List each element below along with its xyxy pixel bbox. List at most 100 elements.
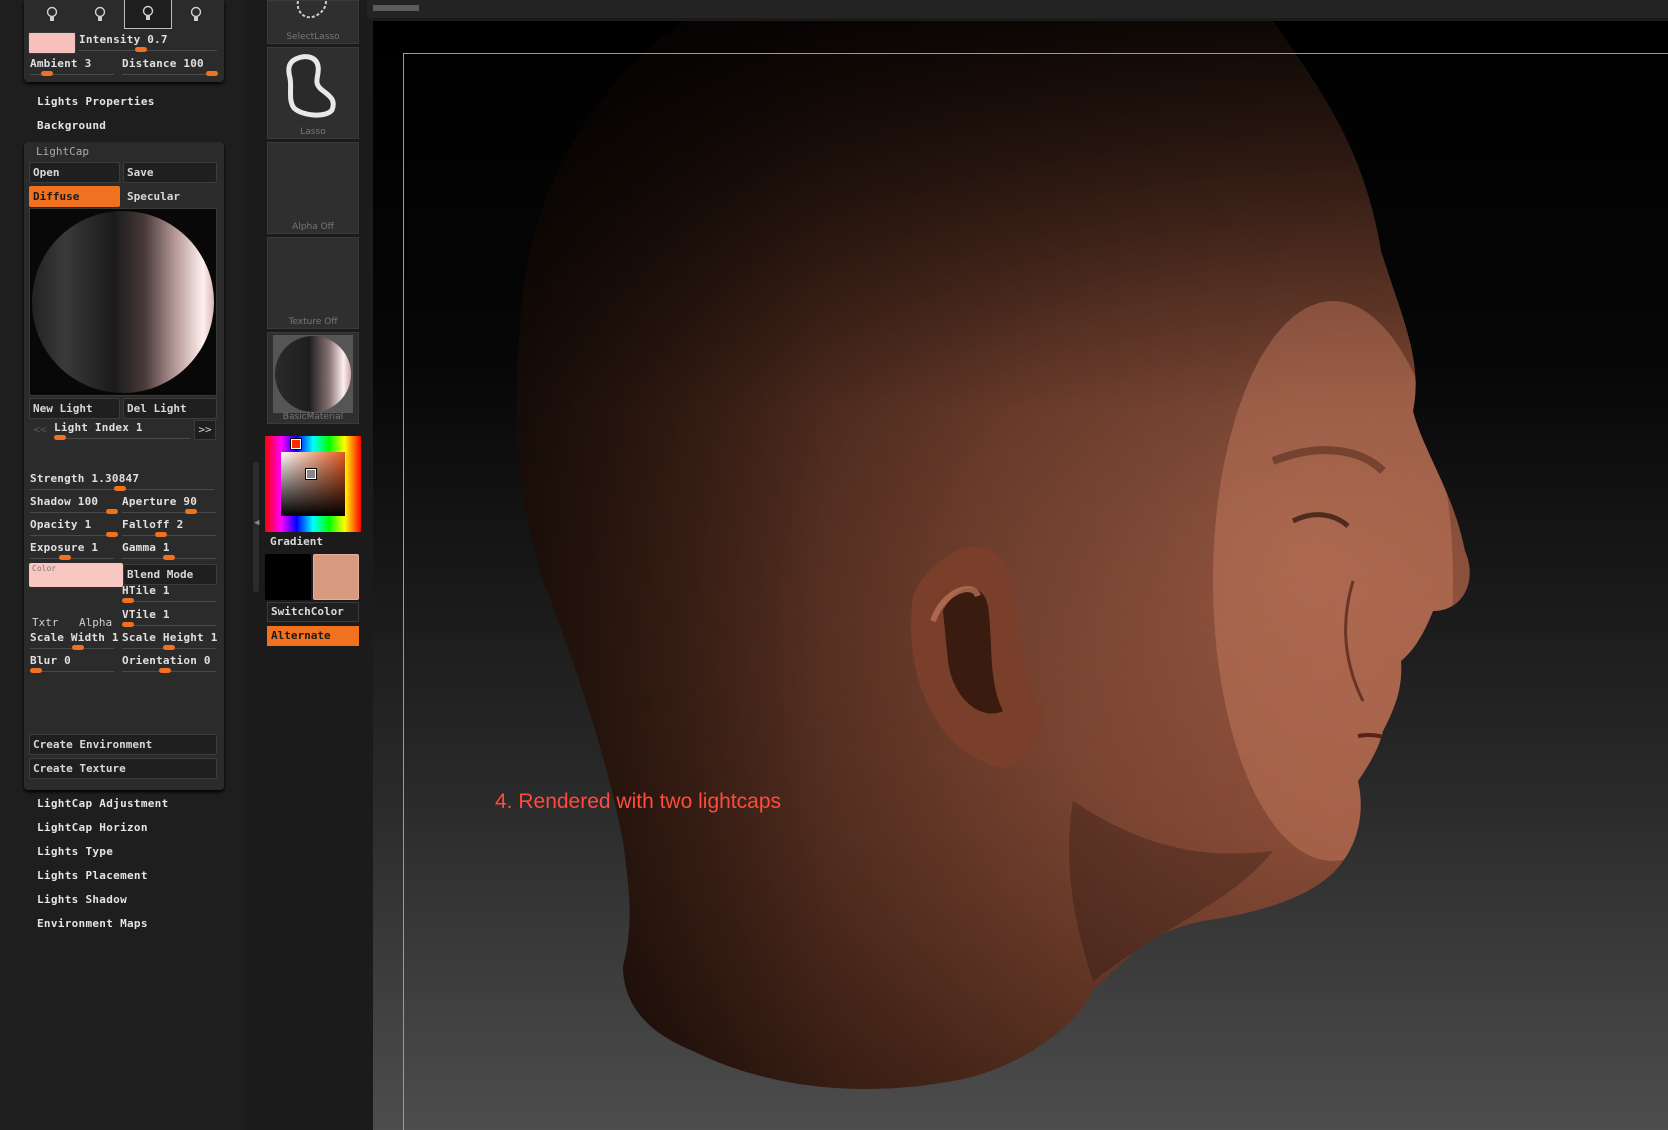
strength-label: Strength 1.30847 [30,472,140,485]
menu-lights-type[interactable]: Lights Type [37,845,113,858]
intensity-slider[interactable]: Intensity 0.7 [76,32,220,52]
material-sphere-icon [273,335,353,413]
menu-environment-maps[interactable]: Environment Maps [37,917,148,930]
light-index-slider[interactable]: Light Index 1 [51,420,193,440]
lightbulb-icon [46,6,58,21]
falloff-slider[interactable]: Falloff 2 [119,517,219,537]
opacity-slider[interactable]: Opacity 1 [27,517,118,537]
switch-color-button[interactable]: SwitchColor [267,602,359,622]
orientation-label: Orientation 0 [122,654,211,667]
viewport-canvas[interactable]: 4. Rendered with two lightcaps [373,21,1668,1130]
left-tray: Intensity 0.7 Ambient 3 Distance 100 Lig… [0,0,244,1130]
menu-lights-placement[interactable]: Lights Placement [37,869,148,882]
diffuse-button[interactable]: Diffuse [29,186,120,207]
distance-slider[interactable]: Distance 100 [119,56,219,76]
lightcap-sphere [32,211,214,393]
alpha-slot-tool[interactable]: Alpha Off [267,142,359,234]
material-label: BasicMaterial [282,412,344,422]
light-3-toggle[interactable] [124,0,172,29]
shadow-label: Shadow 100 [30,495,99,508]
color-picker[interactable] [265,436,361,532]
opacity-label: Opacity 1 [30,518,92,531]
falloff-label: Falloff 2 [122,518,184,531]
ambient-slider[interactable]: Ambient 3 [27,56,117,76]
distance-label: Distance 100 [122,57,204,70]
strength-slider[interactable]: Strength 1.30847 [27,471,217,491]
light-color-swatch[interactable] [28,32,76,54]
aperture-label: Aperture 90 [122,495,198,508]
alpha-slot[interactable]: Alpha [79,616,112,629]
light-index-label: Light Index 1 [54,421,143,434]
aperture-slider[interactable]: Aperture 90 [119,494,219,514]
intensity-label: Intensity 0.7 [79,33,168,46]
light-2-toggle[interactable] [76,0,124,29]
lightcap-title[interactable]: LightCap [36,145,89,158]
ambient-label: Ambient 3 [30,57,92,70]
create-texture-button[interactable]: Create Texture [29,758,217,779]
exposure-slider[interactable]: Exposure 1 [27,540,117,560]
select-lasso-slot[interactable]: SelectLasso [267,0,359,44]
render-caption: 4. Rendered with two lightcaps [495,790,781,813]
lasso-slot[interactable]: Lasso [267,47,359,139]
menu-lights-shadow[interactable]: Lights Shadow [37,893,127,906]
exposure-label: Exposure 1 [30,541,99,554]
next-light-button[interactable]: >> [194,420,216,440]
light-4-toggle[interactable] [172,0,220,29]
vtile-slider[interactable]: VTile 1 [119,607,219,627]
menu-lights-properties[interactable]: Lights Properties [37,95,155,108]
main-color-swatch[interactable] [265,554,311,600]
save-button[interactable]: Save [123,162,217,183]
blur-label: Blur 0 [30,654,71,667]
tool-column: SelectLasso Lasso Alpha Off Texture Off … [262,0,361,1130]
secondary-color-swatch[interactable] [313,554,359,600]
blur-slider[interactable]: Blur 0 [27,653,117,673]
htile-slider[interactable]: HTile 1 [119,583,219,603]
shadow-slider[interactable]: Shadow 100 [27,494,118,514]
scale-height-slider[interactable]: Scale Height 1 [119,630,219,650]
scale-width-label: Scale Width 1 [30,631,119,644]
tray-collapse-arrow-icon[interactable]: ◀ [254,518,259,528]
hue-marker[interactable] [290,438,302,450]
htile-label: HTile 1 [122,584,170,597]
txtr-slot[interactable]: Txtr [32,616,59,629]
menu-lightcap-horizon[interactable]: LightCap Horizon [37,821,148,834]
light-bulb-row [28,0,220,29]
create-environment-button[interactable]: Create Environment [29,734,217,755]
lightcap-panel: LightCap Open Save Diffuse Specular New … [24,142,224,790]
orientation-slider[interactable]: Orientation 0 [119,653,219,673]
color-label: Color [32,564,57,573]
canvas-frame [403,53,1668,1130]
gamma-label: Gamma 1 [122,541,170,554]
lightcap-color-swatch[interactable]: Color [29,563,123,587]
shade-marker[interactable] [305,468,317,480]
lightcap-preview[interactable] [29,208,217,396]
texture-slot-tool[interactable]: Texture Off [267,237,359,329]
menu-lightcap-adjustment[interactable]: LightCap Adjustment [37,797,169,810]
gamma-slider[interactable]: Gamma 1 [119,540,219,560]
lasso-label: Lasso [300,127,326,137]
scale-width-slider[interactable]: Scale Width 1 [27,630,119,650]
select-lasso-icon [296,1,327,19]
alpha-off-label: Alpha Off [292,222,334,232]
lightbulb-icon [190,6,202,21]
blend-mode-button[interactable]: Blend Mode [123,564,217,585]
canvas-top-bar [367,0,1668,18]
alternate-button[interactable]: Alternate [267,626,359,646]
menu-background[interactable]: Background [37,119,106,132]
select-lasso-label: SelectLasso [286,32,340,42]
light-panel: Intensity 0.7 Ambient 3 Distance 100 [24,0,224,82]
lasso-icon [286,54,336,118]
material-slot[interactable]: BasicMaterial [267,332,359,424]
specular-button[interactable]: Specular [123,186,217,207]
prev-light-button[interactable]: << [29,420,51,440]
new-light-button[interactable]: New Light [29,398,120,419]
vtile-label: VTile 1 [122,608,170,621]
open-button[interactable]: Open [29,162,120,183]
del-light-button[interactable]: Del Light [123,398,217,419]
light-1-toggle[interactable] [28,0,76,29]
gradient-label[interactable]: Gradient [270,535,323,548]
color-picker-square[interactable] [281,452,345,516]
document-tab[interactable] [373,5,419,11]
lightbulb-icon [142,5,154,20]
scale-height-label: Scale Height 1 [122,631,218,644]
